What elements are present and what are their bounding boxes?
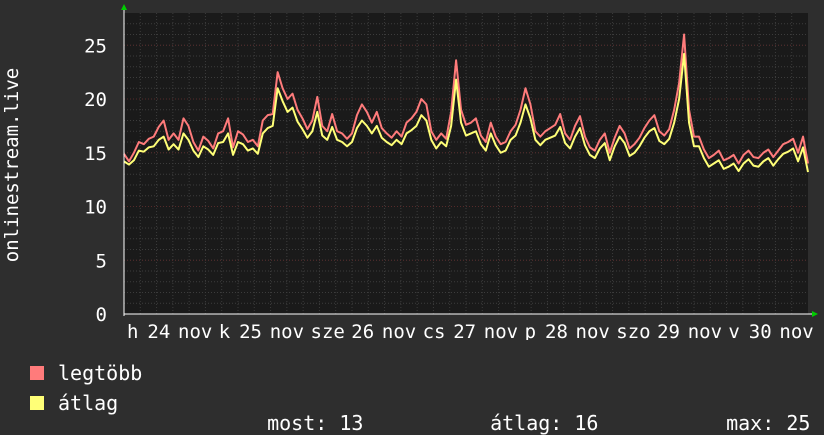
y-tick-label: 10 — [84, 197, 107, 219]
stat-current-value: 13 — [339, 411, 364, 435]
y-tick-label: 5 — [96, 250, 107, 272]
x-tick-label: nov — [688, 321, 722, 340]
y-axis-arrow — [121, 4, 127, 10]
legend-item-max: legtöbb — [30, 363, 142, 383]
stat-average-value: 16 — [574, 411, 599, 435]
legend-swatch-avg — [30, 396, 44, 410]
x-tick-label: 26 — [351, 321, 374, 340]
stat-current: most: 13 — [243, 393, 363, 433]
x-tick-label: 27 — [453, 321, 476, 340]
stat-maximum-label: max: — [726, 411, 775, 435]
x-tick-label: h — [127, 321, 138, 340]
x-tick-label: nov — [576, 321, 610, 340]
x-tick-label: nov — [270, 321, 304, 340]
x-tick-label: 24 — [147, 321, 170, 340]
x-tick-label: nov — [382, 321, 416, 340]
y-tick-label: 20 — [84, 89, 107, 111]
y-tick-label: 25 — [84, 35, 107, 57]
x-tick-label: 25 — [239, 321, 262, 340]
x-tick-label: nov — [779, 321, 813, 340]
y-tick-label: 15 — [84, 143, 107, 165]
legend-label-avg: átlag — [58, 391, 119, 415]
stat-average: átlag: 16 — [466, 393, 598, 433]
stat-average-label: átlag: — [490, 411, 563, 435]
x-tick-label: k — [219, 321, 231, 340]
stat-current-label: most: — [267, 411, 328, 435]
x-tick-label: nov — [484, 321, 518, 340]
x-tick-label: nov — [178, 321, 212, 340]
x-tick-label: 29 — [657, 321, 680, 340]
x-tick-label: p — [525, 321, 536, 340]
y-axis-label: onlinestream.live — [1, 68, 23, 262]
x-tick-label: cs — [423, 321, 446, 340]
stat-maximum: max: 25 — [702, 393, 810, 433]
legend-label-max: legtöbb — [58, 361, 143, 385]
legend-swatch-max — [30, 366, 44, 380]
x-tick-label: 28 — [545, 321, 568, 340]
x-tick-label: 30 — [749, 321, 772, 340]
legend-item-avg: átlag — [30, 393, 118, 413]
x-tick-label: szo — [616, 321, 650, 340]
y-tick-label: 0 — [96, 304, 107, 326]
x-tick-label: sze — [311, 321, 345, 340]
x-axis-arrow — [812, 311, 818, 317]
x-tick-label: v — [728, 321, 739, 340]
stat-maximum-value: 25 — [786, 411, 811, 435]
chart: 0510152025h 24 nov k 25 nov sze 26 nov cs 27 nov p 28… — [1, 4, 818, 340]
